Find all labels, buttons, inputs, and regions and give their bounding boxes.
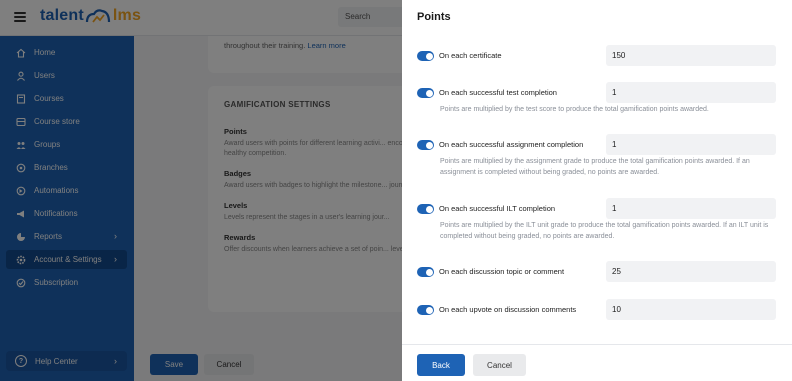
discussion-points-input[interactable]: [606, 261, 776, 282]
discussion-topic-toggle[interactable]: [417, 267, 434, 277]
row-label: On each upvote on discussion comments: [439, 305, 577, 314]
assignment-completion-toggle[interactable]: [417, 140, 434, 150]
certificate-toggle[interactable]: [417, 51, 434, 61]
certificate-points-input[interactable]: [606, 45, 776, 66]
row-help-text: Points are multiplied by the ILT unit gr…: [440, 222, 769, 240]
ilt-completion-toggle[interactable]: [417, 204, 434, 214]
row-help-text: Points are multiplied by the test score …: [440, 106, 709, 113]
modal-overlay[interactable]: [0, 0, 402, 381]
row-help-text: Points are multiplied by the assignment …: [440, 158, 750, 176]
cancel-button[interactable]: Cancel: [473, 354, 526, 376]
ilt-points-input[interactable]: [606, 198, 776, 219]
back-button[interactable]: Back: [417, 354, 465, 376]
drawer-title: Points: [417, 11, 451, 23]
points-drawer: Points On each certificate On each succe…: [402, 0, 792, 381]
upvote-points-input[interactable]: [606, 299, 776, 320]
row-label: On each successful ILT completion: [439, 204, 556, 213]
upvote-toggle[interactable]: [417, 305, 434, 315]
row-label: On each successful assignment completion: [439, 140, 584, 149]
row-label: On each successful test completion: [439, 88, 557, 97]
assignment-points-input[interactable]: [606, 134, 776, 155]
drawer-footer: Back Cancel: [402, 344, 792, 381]
row-label: On each discussion topic or comment: [439, 267, 565, 276]
test-completion-toggle[interactable]: [417, 88, 434, 98]
test-points-input[interactable]: [606, 82, 776, 103]
row-label: On each certificate: [439, 51, 502, 60]
